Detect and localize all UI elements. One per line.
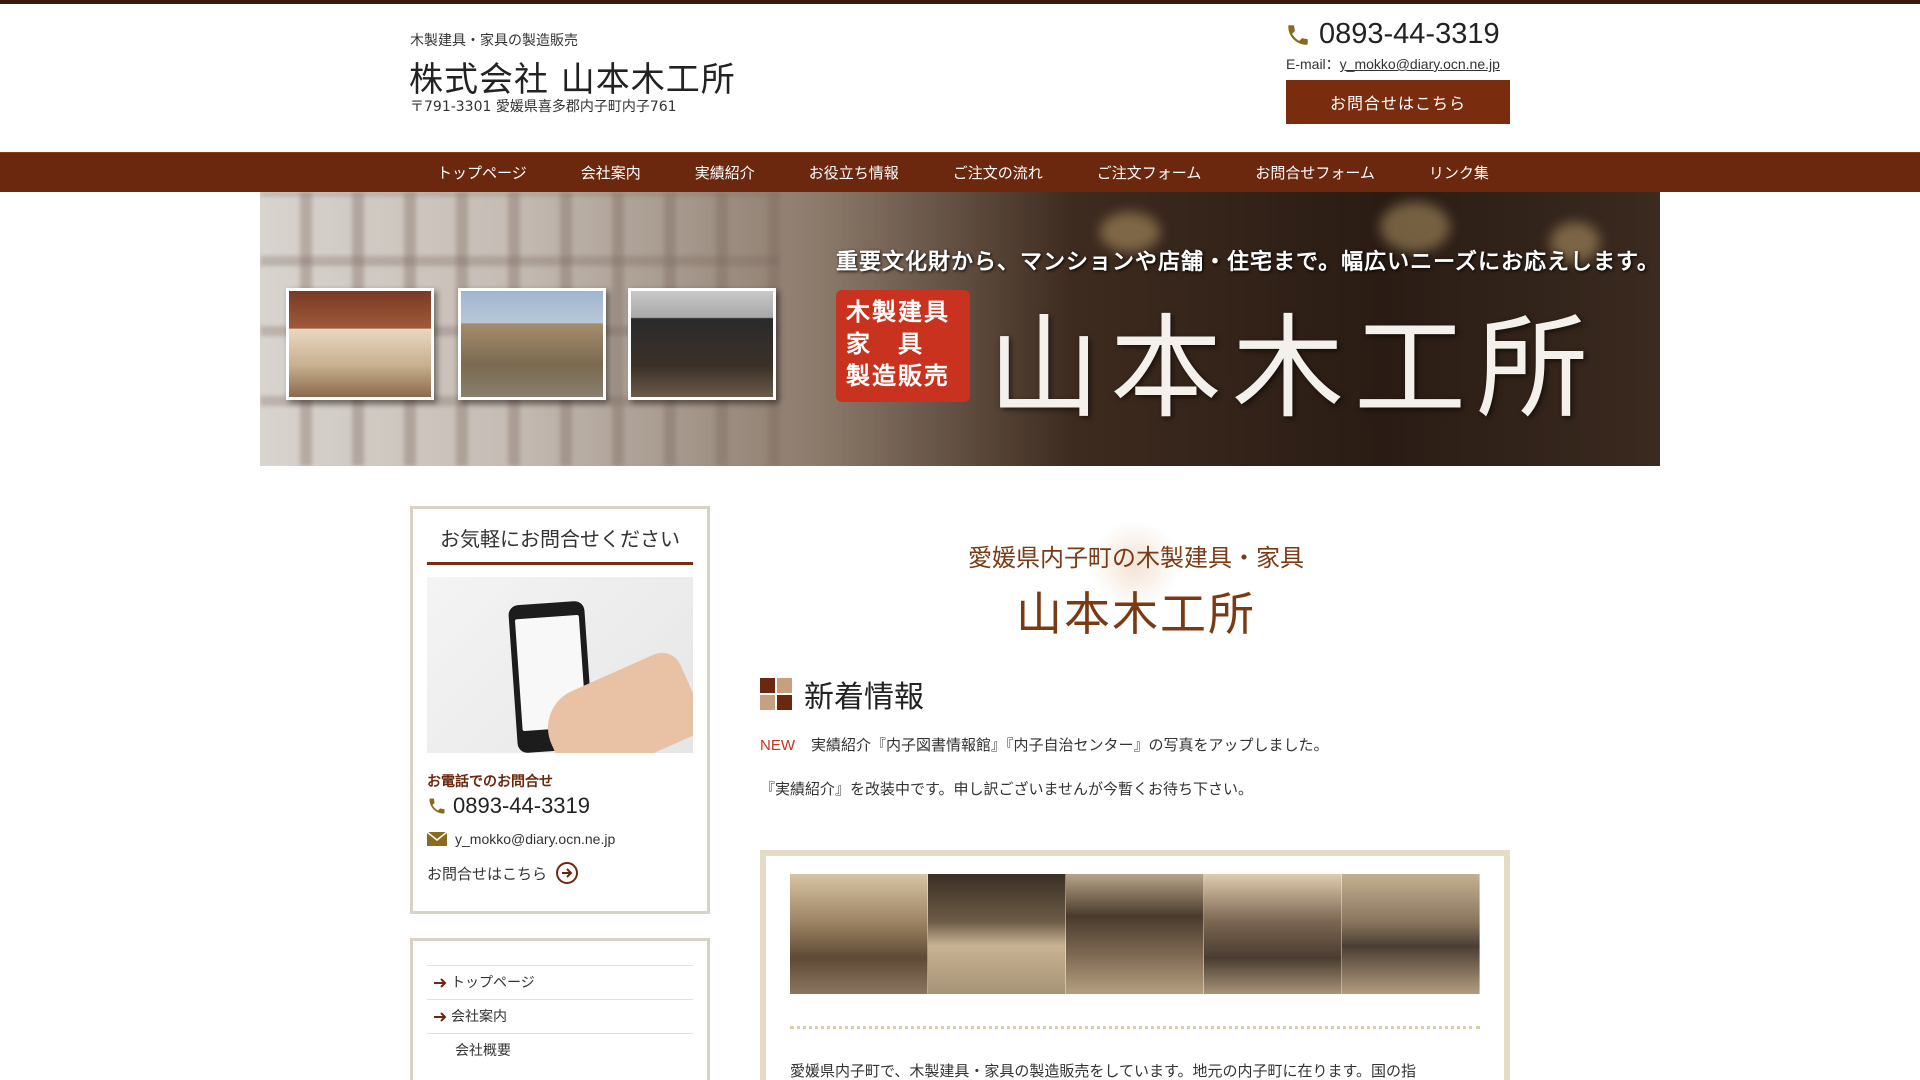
circle-arrow-icon bbox=[556, 862, 579, 884]
company-address: 〒791-3301 愛媛県喜多郡内子町内子761 bbox=[410, 99, 677, 115]
news-item: NEW 実績紹介『内子図書情報館』『内子自治センター』の写真をアップしました。 bbox=[760, 734, 1329, 755]
arrow-right-icon bbox=[434, 977, 447, 988]
sidebar-email-address: y_mokko@diary.ocn.ne.jp bbox=[455, 831, 616, 847]
intro-paragraph: 愛媛県内子町で、木製建具・家具の製造販売をしています。地元の内子町に在ります。国… bbox=[790, 1062, 1416, 1080]
nav-item-order-flow[interactable]: ご注文の流れ bbox=[926, 153, 1070, 193]
header-email-link[interactable]: y_mokko@diary.ocn.ne.jp bbox=[1340, 56, 1500, 72]
header-email: E-mail：y_mokko@diary.ocn.ne.jp bbox=[1286, 54, 1500, 74]
news-title: 新着情報 bbox=[804, 680, 924, 715]
hero-badge: 木製建具 家 具 製造販売 bbox=[836, 290, 970, 402]
hero-photo-shop bbox=[286, 288, 434, 400]
hero-badge-line: 家 具 bbox=[846, 329, 924, 358]
nav-item-links[interactable]: リンク集 bbox=[1402, 153, 1516, 193]
news-heading: 新着情報 bbox=[760, 672, 924, 716]
phone-icon bbox=[1288, 24, 1308, 45]
sidebar-tel-label: お電話でのお問合せ bbox=[427, 774, 553, 790]
dotted-divider bbox=[790, 1026, 1480, 1029]
company-name[interactable]: 株式会社 山本木工所 bbox=[409, 52, 736, 101]
hero-banner: 重要文化財から、マンションや店舗・住宅まで。幅広いニーズにお応えします。 木製建… bbox=[260, 192, 1660, 466]
sidebar-menu-label: 会社案内 bbox=[451, 1008, 507, 1025]
nav-item-top[interactable]: トップページ bbox=[410, 153, 554, 193]
site-header: 木製建具・家具の製造販売 株式会社 山本木工所 〒791-3301 愛媛県喜多郡… bbox=[0, 4, 1920, 152]
town-photo-strip bbox=[790, 874, 1480, 994]
mail-icon bbox=[427, 832, 447, 846]
news-new-badge: NEW bbox=[760, 737, 795, 754]
header-email-label: E-mail： bbox=[1286, 56, 1340, 72]
sidebar-menu-item-company-overview[interactable]: 会社概要 bbox=[427, 1033, 693, 1067]
sidebar-menu-item-company[interactable]: 会社案内 bbox=[427, 999, 693, 1033]
sidebar-inquiry-label: お問合せはこちら bbox=[427, 864, 548, 883]
sidebar-menu: トップページ 会社案内 会社概要 bbox=[410, 938, 710, 1080]
intro-title: 山本木工所 bbox=[1016, 587, 1256, 641]
sidebar-email[interactable]: y_mokko@diary.ocn.ne.jp bbox=[427, 831, 615, 847]
nav-item-info[interactable]: お役立ち情報 bbox=[782, 153, 926, 193]
news-item-text: 実績紹介『内子図書情報館』『内子自治センター』の写真をアップしました。 bbox=[811, 736, 1329, 754]
intro-frame: 愛媛県内子町で、木製建具・家具の製造販売をしています。地元の内子町に在ります。国… bbox=[760, 850, 1510, 1080]
header-phone[interactable]: 0893-44-3319 bbox=[1285, 18, 1500, 51]
smartphone-image bbox=[427, 577, 693, 753]
intro-subtitle: 愛媛県内子町の木製建具・家具 bbox=[968, 544, 1304, 572]
squares-icon bbox=[760, 678, 792, 710]
sidebar-menu-item-top[interactable]: トップページ bbox=[427, 965, 693, 999]
nav-item-company[interactable]: 会社案内 bbox=[554, 153, 668, 193]
hero-headline: 重要文化財から、マンションや店舗・住宅まで。幅広いニーズにお応えします。 bbox=[836, 250, 1660, 275]
nav-item-order-form[interactable]: ご注文フォーム bbox=[1070, 153, 1229, 193]
hero-photo-storefront bbox=[628, 288, 776, 400]
contact-button[interactable]: お問合せはこちら bbox=[1286, 80, 1510, 124]
sidebar-menu-label: トップページ bbox=[451, 974, 535, 991]
global-nav: トップページ 会社案内 実績紹介 お役立ち情報 ご注文の流れ ご注文フォーム お… bbox=[0, 152, 1920, 192]
nav-item-works[interactable]: 実績紹介 bbox=[668, 153, 782, 193]
sidebar-contact-title: お気軽にお問合せください bbox=[427, 523, 693, 565]
town-photo bbox=[1204, 874, 1342, 994]
town-photo bbox=[1066, 874, 1204, 994]
arrow-right-icon bbox=[434, 1011, 447, 1022]
sidebar-phone[interactable]: 0893-44-3319 bbox=[427, 793, 590, 819]
hero-photo-building bbox=[458, 288, 606, 400]
town-photo bbox=[1342, 874, 1480, 994]
hero-badge-line: 木製建具 bbox=[846, 297, 950, 326]
town-photo bbox=[928, 874, 1066, 994]
site-tagline: 木製建具・家具の製造販売 bbox=[410, 33, 578, 49]
town-photo bbox=[790, 874, 928, 994]
nav-item-inquiry-form[interactable]: お問合せフォーム bbox=[1228, 153, 1402, 193]
sidebar-contact-box: お気軽にお問合せください お電話でのお問合せ 0893-44-3319 y_mo… bbox=[410, 506, 710, 914]
news-item: 『実績紹介』を改装中です。申し訳ございませんが今暫くお待ち下さい。 bbox=[760, 780, 1254, 798]
sidebar-phone-number: 0893-44-3319 bbox=[453, 793, 591, 818]
phone-icon bbox=[429, 798, 445, 814]
header-phone-number: 0893-44-3319 bbox=[1319, 18, 1500, 50]
hero-company-name: 山本木工所 bbox=[988, 304, 1598, 434]
hero-badge-line: 製造販売 bbox=[846, 361, 950, 390]
sidebar-inquiry-link[interactable]: お問合せはこちら bbox=[427, 861, 579, 885]
